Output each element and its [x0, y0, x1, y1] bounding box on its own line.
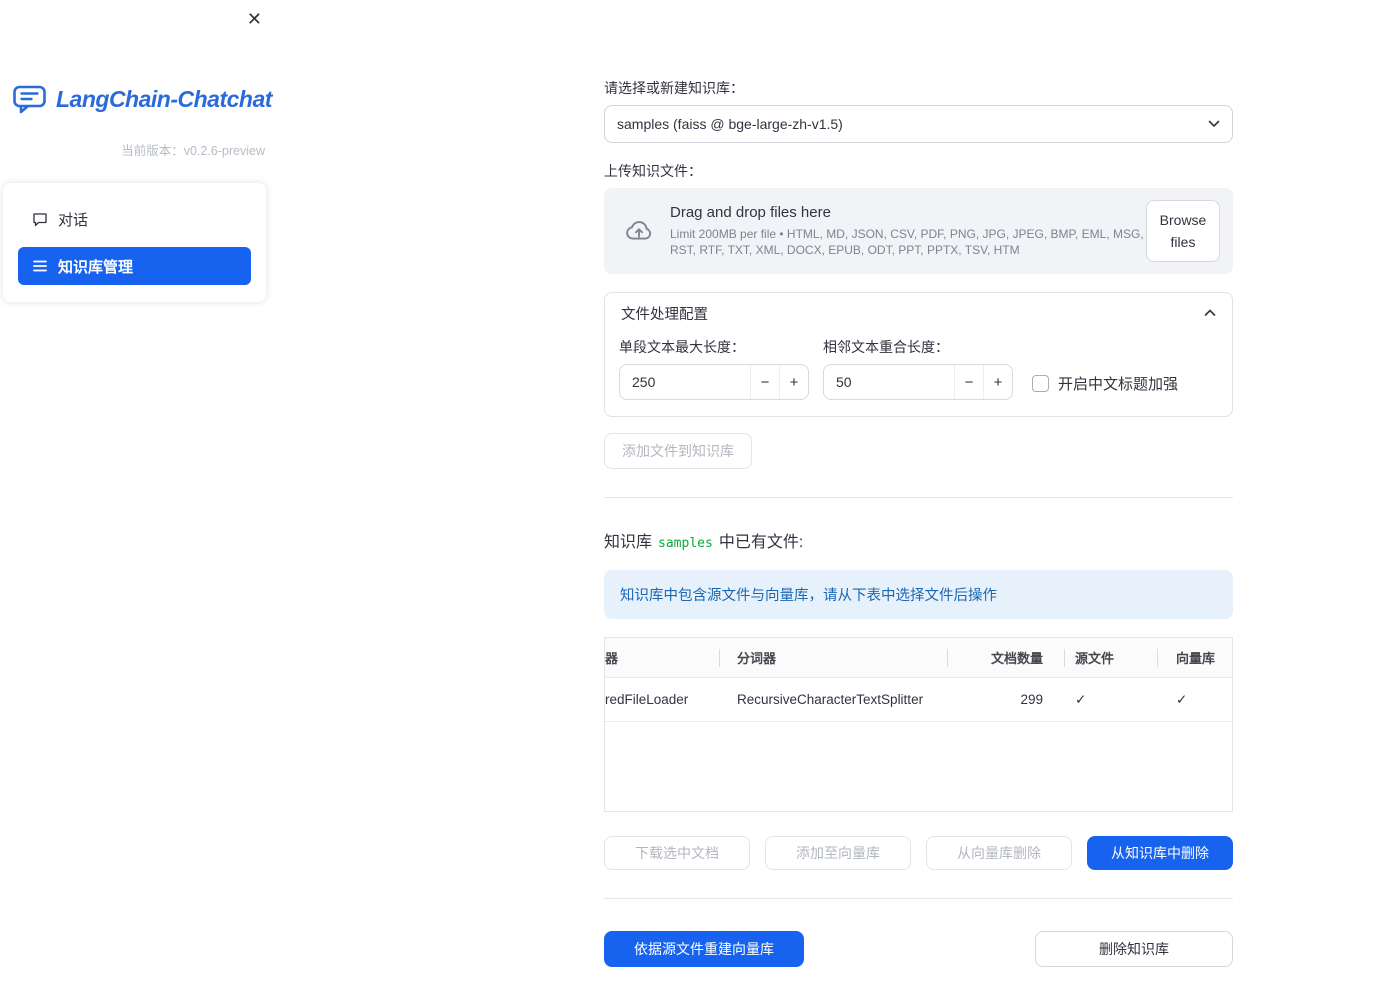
col-header-doc-count[interactable]: 文档数量 — [948, 638, 1065, 677]
zh-title-enhance-checkbox[interactable]: 开启中文标题加强 — [1032, 372, 1178, 394]
overlap-length-input: 50 − + — [823, 364, 1013, 400]
add-files-to-kb-button[interactable]: 添加文件到知识库 — [604, 433, 752, 469]
logo-chat-icon — [12, 84, 48, 114]
overlap-length-decrement-button[interactable]: − — [954, 365, 983, 399]
table-header-row: 器 分词器 文档数量 源文件 向量库 — [605, 638, 1232, 678]
overlap-length-label: 相邻文本重合长度： — [823, 339, 949, 355]
table-empty-area — [605, 722, 1232, 811]
cell-source-file-check: ✓ — [1075, 691, 1087, 707]
file-uploader-dropzone[interactable]: Drag and drop files here Limit 200MB per… — [604, 188, 1233, 274]
version-text: 当前版本：v0.2.6-preview — [121, 144, 265, 158]
overlap-length-increment-button[interactable]: + — [983, 365, 1012, 399]
menu-card: 对话 知识库管理 — [3, 183, 266, 302]
menu-item-label: 对话 — [58, 211, 89, 229]
uploader-limit-text: Limit 200MB per file • HTML, MD, JSON, C… — [670, 227, 1144, 257]
col-header-source-file[interactable]: 源文件 — [1065, 638, 1158, 677]
cell-splitter: RecursiveCharacterTextSplitter — [737, 692, 924, 707]
cloud-upload-icon — [620, 216, 658, 246]
rebuild-vector-store-button[interactable]: 依据源文件重建向量库 — [604, 931, 804, 967]
close-icon: ✕ — [246, 9, 262, 29]
col-header-loader[interactable]: 器 — [605, 638, 720, 677]
chevron-down-icon — [1208, 120, 1220, 128]
divider — [604, 497, 1233, 498]
uploader-texts: Drag and drop files here Limit 200MB per… — [670, 204, 1146, 258]
upload-label: 上传知识文件： — [604, 163, 702, 179]
file-action-buttons: 下载选中文档 添加至向量库 从向量库删除 从知识库中删除 — [604, 836, 1233, 870]
kb-selectbox[interactable]: samples (faiss @ bge-large-zh-v1.5) — [604, 105, 1233, 143]
kb-select-label: 请选择或新建知识库： — [604, 80, 744, 96]
existing-files-heading: 知识库 samples 中已有文件: — [604, 534, 804, 551]
expander-header[interactable]: 文件处理配置 — [605, 293, 1232, 333]
col-header-splitter[interactable]: 分词器 — [720, 638, 948, 677]
menu-item-chat[interactable]: 对话 — [18, 200, 251, 238]
cell-loader: redFileLoader — [605, 692, 689, 707]
expander-title: 文件处理配置 — [621, 306, 708, 323]
files-table: 器 分词器 文档数量 源文件 向量库 redFileLoader Recursi… — [604, 637, 1233, 812]
cell-doc-count: 299 — [1020, 692, 1043, 707]
divider — [604, 898, 1233, 899]
zh-title-enhance-label: 开启中文标题加强 — [1058, 375, 1179, 393]
col-header-vector-store[interactable]: 向量库 — [1158, 638, 1232, 677]
delete-kb-button[interactable]: 删除知识库 — [1035, 931, 1233, 967]
checkbox-icon — [1032, 374, 1049, 392]
overlap-length-field: 相邻文本重合长度： 50 − + — [823, 339, 1013, 400]
chat-bubble-icon — [32, 211, 48, 227]
max-length-input: 250 − + — [619, 364, 809, 400]
logo: LangChain-Chatchat — [12, 84, 280, 114]
uploader-drag-text: Drag and drop files here — [670, 204, 831, 221]
sidebar-close-button[interactable]: ✕ — [243, 6, 266, 32]
overlap-length-value[interactable]: 50 — [824, 365, 954, 399]
main-content: 请选择或新建知识库： samples (faiss @ bge-large-zh… — [604, 0, 1233, 967]
menu-item-kb-management[interactable]: 知识库管理 — [18, 247, 251, 285]
delete-from-kb-button[interactable]: 从知识库中删除 — [1087, 836, 1233, 870]
info-banner: 知识库中包含源文件与向量库，请从下表中选择文件后操作 — [604, 570, 1233, 619]
download-selected-button[interactable]: 下载选中文档 — [604, 836, 750, 870]
browse-files-button[interactable]: Browse files — [1146, 199, 1220, 263]
max-length-value[interactable]: 250 — [620, 365, 750, 399]
kb-name-code: samples — [658, 536, 713, 551]
chevron-up-icon — [1204, 309, 1216, 317]
logo-text: LangChain-Chatchat — [56, 85, 272, 112]
max-length-increment-button[interactable]: + — [779, 365, 808, 399]
sidebar: ✕ LangChain-Chatchat 当前版本：v0.2.6-preview — [0, 0, 280, 1002]
menu-item-label: 知识库管理 — [58, 258, 134, 276]
cell-vector-store-check: ✓ — [1176, 691, 1188, 707]
max-length-label: 单段文本最大长度： — [619, 339, 745, 355]
kb-stack-icon — [32, 258, 48, 274]
app-root: ✕ LangChain-Chatchat 当前版本：v0.2.6-preview — [0, 0, 1380, 1002]
delete-from-vector-store-button[interactable]: 从向量库删除 — [926, 836, 1072, 870]
max-length-decrement-button[interactable]: − — [750, 365, 779, 399]
add-to-vector-store-button[interactable]: 添加至向量库 — [765, 836, 911, 870]
table-row[interactable]: redFileLoader RecursiveCharacterTextSpli… — [605, 678, 1232, 722]
kb-selected-value: samples (faiss @ bge-large-zh-v1.5) — [617, 116, 843, 132]
info-text: 知识库中包含源文件与向量库，请从下表中选择文件后操作 — [620, 588, 997, 604]
file-config-expander: 文件处理配置 单段文本最大长度： 250 − + 相邻文本重合长度： 50 − … — [604, 292, 1233, 417]
expander-body: 单段文本最大长度： 250 − + 相邻文本重合长度： 50 − + 开启中文标… — [605, 333, 1232, 416]
max-length-field: 单段文本最大长度： 250 − + — [619, 339, 809, 400]
kb-action-buttons: 依据源文件重建向量库 删除知识库 — [604, 931, 1233, 967]
